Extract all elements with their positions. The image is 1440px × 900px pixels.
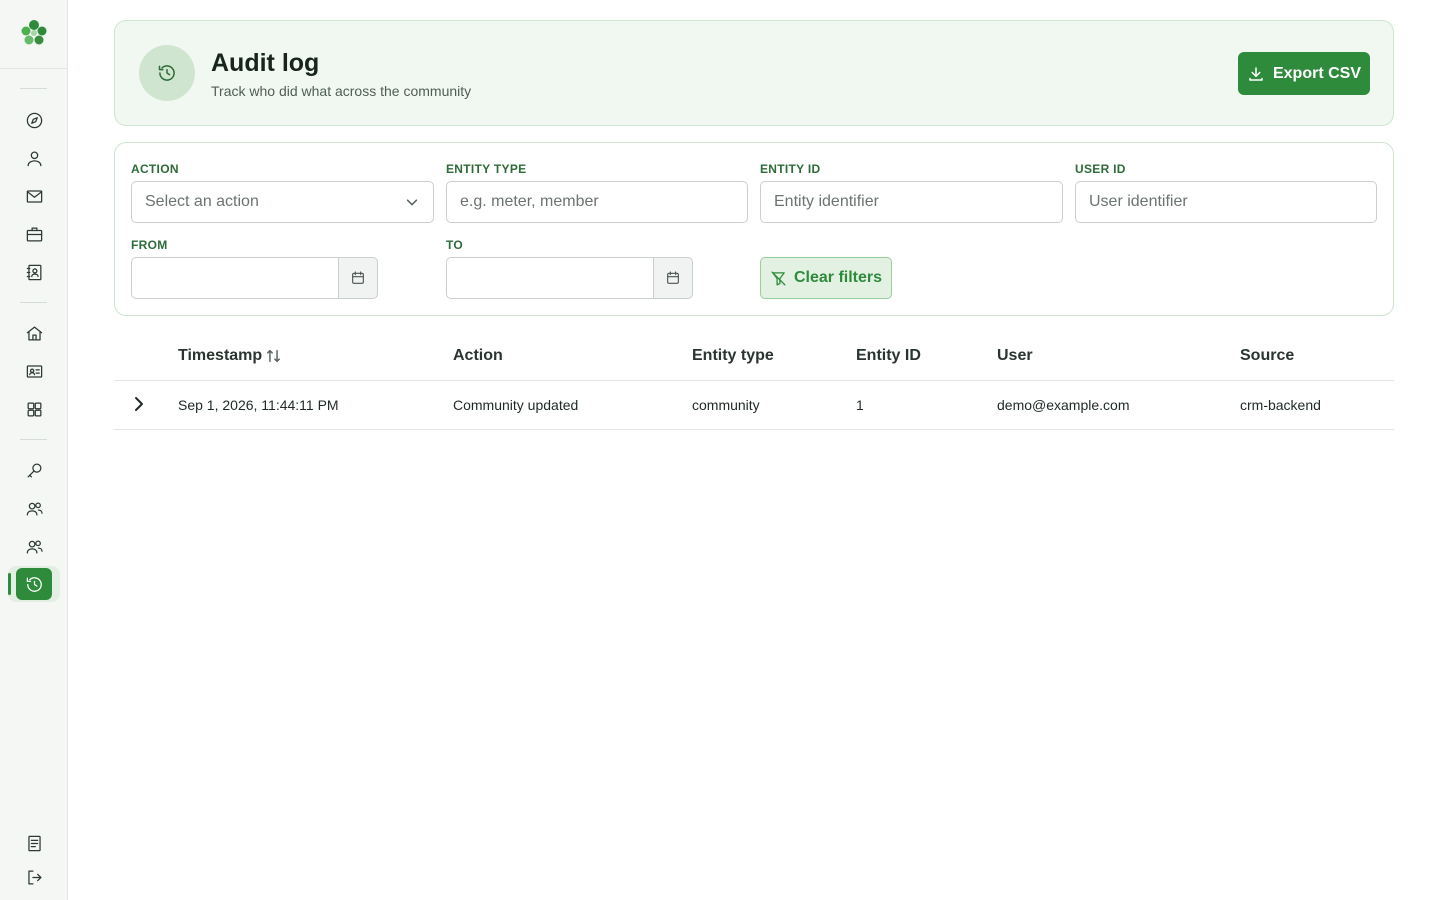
cell-source: crm-backend	[1240, 397, 1321, 413]
export-csv-label: Export CSV	[1272, 64, 1361, 82]
entity-id-input[interactable]	[774, 182, 1062, 222]
chevron-down-icon	[405, 195, 419, 209]
column-header-entity-id: Entity ID	[856, 347, 921, 365]
sidebar	[0, 0, 68, 900]
cell-entity-id: 1	[856, 397, 864, 413]
sidebar-item-home[interactable]	[18, 317, 50, 349]
calendar-icon[interactable]	[338, 257, 378, 299]
sort-icon	[267, 349, 281, 363]
page-title: Audit log	[211, 49, 320, 77]
filters-panel: ACTION Select an action ENTITY TYPE ENTI…	[114, 142, 1394, 316]
to-date-input[interactable]	[446, 257, 653, 299]
action-label: ACTION	[131, 162, 179, 176]
export-csv-button[interactable]: Export CSV	[1238, 52, 1370, 95]
sidebar-divider	[0, 68, 68, 69]
history-icon	[26, 576, 42, 592]
sidebar-item-access[interactable]	[18, 454, 50, 486]
column-header-user: User	[997, 347, 1033, 365]
compass-icon	[26, 112, 42, 128]
user-id-field	[1075, 181, 1377, 223]
column-header-action: Action	[453, 347, 503, 365]
cell-timestamp: Sep 1, 2026, 11:44:11 PM	[178, 397, 339, 413]
clear-filters-button[interactable]: Clear filters	[760, 257, 892, 299]
from-date-picker	[131, 257, 378, 299]
entity-type-field	[446, 181, 748, 223]
sidebar-item-docs[interactable]	[18, 827, 50, 859]
id-card-icon	[26, 364, 42, 378]
cell-user: demo@example.com	[997, 397, 1130, 413]
clover-logo-icon[interactable]	[19, 18, 49, 48]
sidebar-item-logout[interactable]	[18, 861, 50, 893]
page-header: Audit log Track who did what across the …	[114, 20, 1394, 126]
entity-type-label: ENTITY TYPE	[446, 162, 527, 176]
cell-action: Community updated	[453, 397, 579, 413]
column-header-timestamp[interactable]: Timestamp	[178, 347, 281, 365]
column-header-label: Action	[453, 347, 503, 364]
table-header: Timestamp Action Entity type Entity ID U…	[114, 332, 1394, 381]
action-select[interactable]: Select an action	[131, 181, 434, 223]
document-icon	[27, 835, 41, 851]
entity-id-field	[760, 181, 1063, 223]
team-icon	[26, 539, 43, 553]
entity-id-label: ENTITY ID	[760, 162, 821, 176]
grid-icon	[27, 402, 41, 416]
chevron-right-icon[interactable]	[130, 394, 148, 414]
user-id-label: USER ID	[1075, 162, 1126, 176]
sidebar-active-indicator	[8, 573, 11, 595]
home-icon	[26, 326, 42, 340]
column-header-source: Source	[1240, 347, 1294, 365]
calendar-icon[interactable]	[653, 257, 693, 299]
sidebar-item-teams[interactable]	[18, 530, 50, 562]
mail-icon	[26, 189, 42, 203]
clear-filters-label: Clear filters	[793, 269, 883, 286]
entity-type-input[interactable]	[460, 182, 747, 222]
sidebar-item-messages[interactable]	[18, 180, 50, 212]
column-header-label: Source	[1240, 347, 1295, 364]
sidebar-item-jobs[interactable]	[18, 218, 50, 250]
sidebar-item-profile[interactable]	[18, 142, 50, 174]
sidebar-item-contacts[interactable]	[18, 256, 50, 288]
action-select-value: Select an action	[145, 193, 259, 210]
users-icon	[26, 501, 43, 515]
sidebar-item-members[interactable]	[18, 355, 50, 387]
from-date-input[interactable]	[131, 257, 338, 299]
sidebar-divider	[20, 302, 47, 303]
key-icon	[27, 463, 41, 477]
download-icon	[1249, 66, 1263, 81]
audit-log-table: Timestamp Action Entity type Entity ID U…	[114, 332, 1394, 430]
table-row[interactable]: Sep 1, 2026, 11:44:11 PM Community updat…	[114, 381, 1394, 430]
sidebar-item-explore[interactable]	[18, 104, 50, 136]
sidebar-item-apps[interactable]	[18, 393, 50, 425]
column-header-label: User	[997, 347, 1033, 364]
briefcase-icon	[26, 227, 42, 241]
to-label: TO	[446, 238, 464, 252]
page-subtitle: Track who did what across the community	[211, 83, 472, 99]
from-label: FROM	[131, 238, 168, 252]
logout-icon	[27, 870, 41, 884]
history-icon	[139, 45, 195, 101]
column-header-label: Entity type	[692, 347, 774, 364]
column-header-entity-type: Entity type	[692, 347, 774, 365]
filter-off-icon	[771, 270, 786, 286]
column-header-label: Timestamp	[178, 347, 263, 364]
column-header-label: Entity ID	[856, 347, 921, 364]
sidebar-item-users[interactable]	[18, 492, 50, 524]
sidebar-item-audit-log[interactable]	[16, 568, 52, 600]
user-id-input[interactable]	[1089, 182, 1376, 222]
sidebar-divider	[20, 88, 47, 89]
user-icon	[27, 151, 41, 166]
cell-entity-type: community	[692, 397, 760, 413]
contact-book-icon	[26, 264, 41, 280]
sidebar-divider	[20, 439, 47, 440]
to-date-picker	[446, 257, 693, 299]
